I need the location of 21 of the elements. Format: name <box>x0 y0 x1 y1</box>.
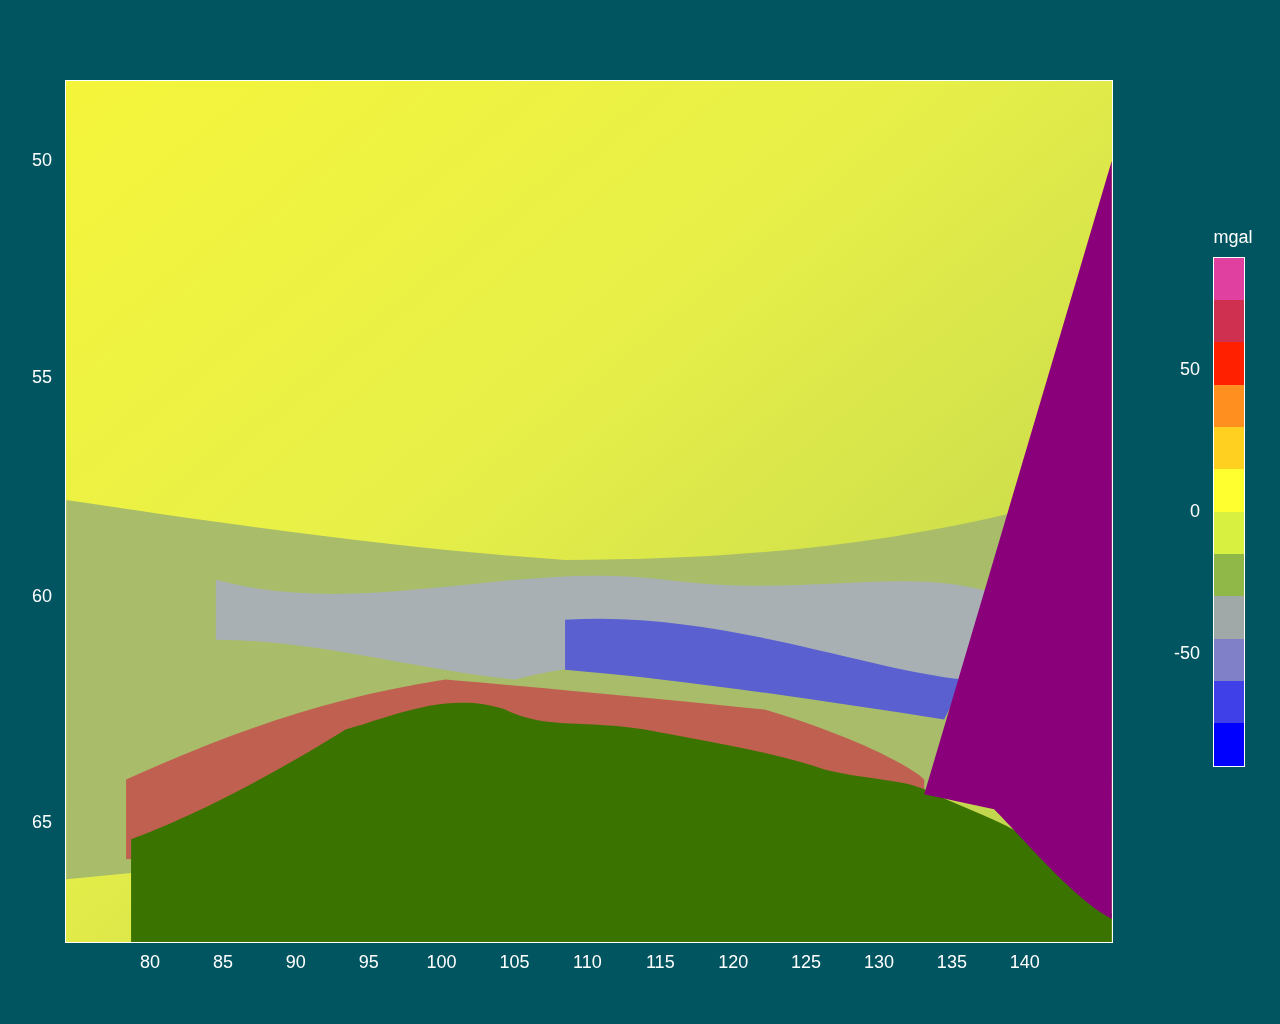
colorbar-label: 50 <box>1179 360 1200 378</box>
latitude-label: 60 <box>31 587 52 605</box>
longitude-label: 135 <box>936 953 967 971</box>
colorbar-label: 0 <box>1190 502 1200 520</box>
longitude-label: 90 <box>285 953 306 971</box>
longitude-label: 125 <box>791 953 822 971</box>
longitude-label: 85 <box>212 953 233 971</box>
longitude-label: 140 <box>1009 953 1040 971</box>
longitude-label: 105 <box>499 953 530 971</box>
longitude-label: 95 <box>358 953 379 971</box>
longitude-label: 110 <box>573 953 602 971</box>
longitude-label: 130 <box>864 953 894 971</box>
latitude-label: 65 <box>31 813 52 831</box>
longitude-label: 100 <box>426 953 457 971</box>
longitude-label: 115 <box>645 953 675 971</box>
latitude-label: 55 <box>31 368 52 386</box>
longitude-label: 80 <box>140 953 160 971</box>
longitude-label: 120 <box>718 953 749 971</box>
unit-label: mgal <box>1213 228 1253 246</box>
colorbar-label: -50 <box>1174 644 1200 662</box>
latitude-label: 50 <box>31 151 52 169</box>
